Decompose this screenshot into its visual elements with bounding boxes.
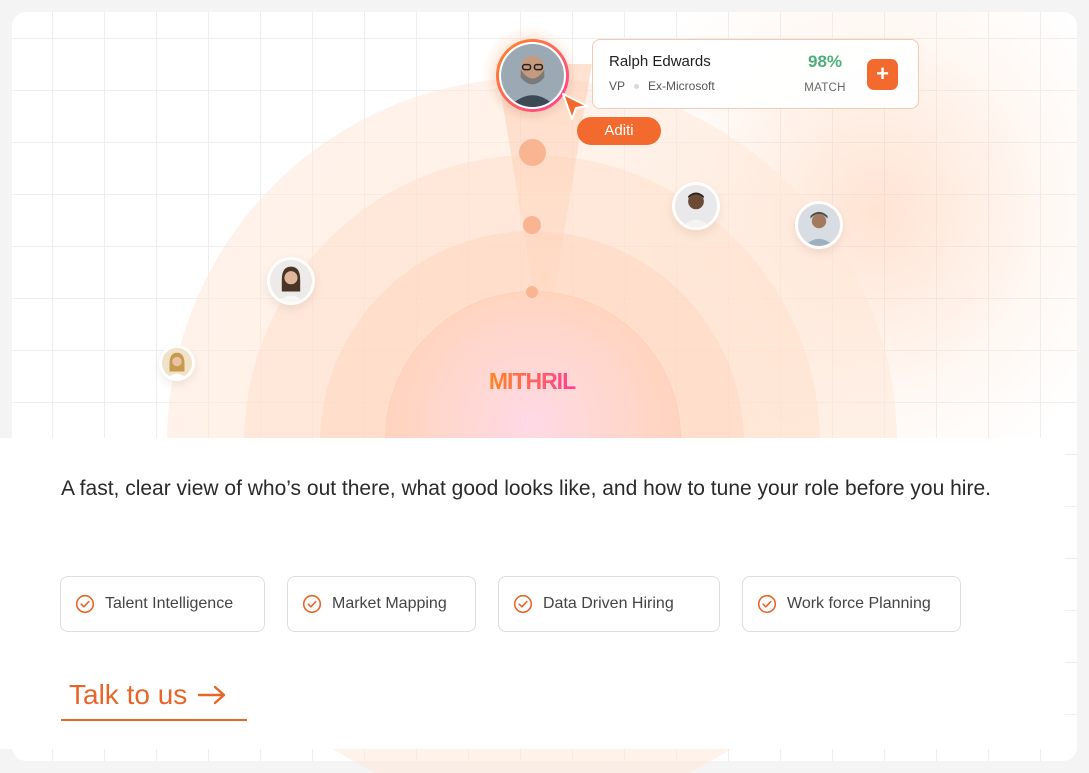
check-circle-icon: [513, 594, 533, 614]
candidate-avatar[interactable]: [159, 345, 195, 381]
candidate-name: Ralph Edwards: [609, 53, 711, 70]
check-circle-icon: [302, 594, 322, 614]
candidate-avatar[interactable]: [795, 201, 843, 249]
check-circle-icon: [75, 594, 95, 614]
person-photo-icon: [162, 348, 192, 378]
person-photo-icon: [675, 185, 717, 227]
add-candidate-button[interactable]: +: [867, 59, 898, 90]
radar-dot: [519, 139, 546, 166]
separator-dot: [634, 83, 640, 89]
person-photo-icon: [798, 204, 840, 246]
feature-label: Talent Intelligence: [105, 595, 234, 612]
candidate-avatar[interactable]: [267, 257, 315, 305]
candidate-company: Ex-Microsoft: [648, 79, 715, 93]
feature-label: Market Mapping: [332, 595, 447, 612]
person-photo-icon: [270, 260, 312, 302]
brand-logo: MITHRIL: [486, 368, 578, 395]
candidate-details: VP Ex-Microsoft: [609, 79, 715, 93]
feature-pill-talent-intelligence[interactable]: Talent Intelligence: [60, 576, 265, 632]
feature-pill-data-driven-hiring[interactable]: Data Driven Hiring: [498, 576, 720, 632]
radar-dot: [526, 286, 538, 298]
match-percentage: 98%: [807, 52, 843, 71]
person-photo-icon: [501, 44, 564, 107]
headline: A fast, clear view of who’s out there, w…: [61, 477, 991, 500]
check-circle-icon: [757, 594, 777, 614]
arrow-right-icon: [198, 685, 226, 705]
candidate-avatar[interactable]: [672, 182, 720, 230]
feature-pill-workforce-planning[interactable]: Work force Planning: [742, 576, 961, 632]
cta-label: Talk to us: [69, 679, 188, 710]
candidate-match-card[interactable]: Ralph Edwards VP Ex-Microsoft 98% MATCH …: [592, 39, 919, 109]
feature-label: Work force Planning: [787, 595, 931, 612]
candidate-avatar[interactable]: [496, 39, 569, 112]
talk-to-us-link[interactable]: Talk to us: [61, 671, 247, 721]
radar-dot: [523, 216, 541, 234]
feature-label: Data Driven Hiring: [543, 595, 674, 612]
feature-pill-market-mapping[interactable]: Market Mapping: [287, 576, 476, 632]
match-label: MATCH: [804, 82, 846, 94]
candidate-role: VP: [609, 79, 626, 93]
cursor-name-tag: Aditi: [577, 117, 661, 145]
